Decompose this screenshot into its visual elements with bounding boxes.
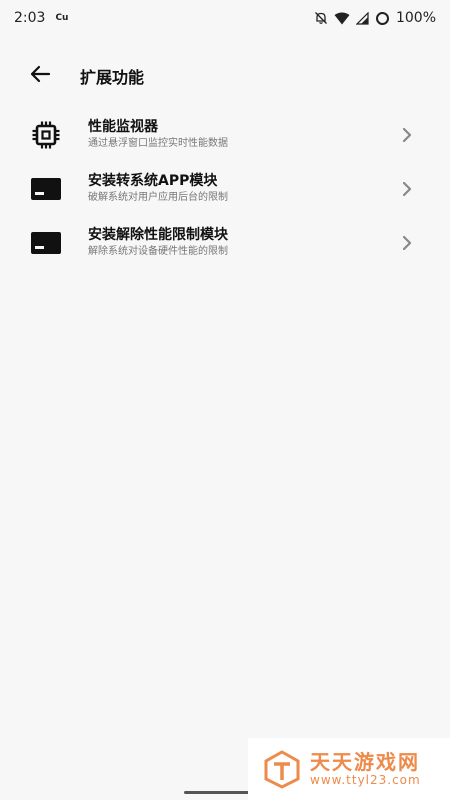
- watermark-logo-icon: [262, 749, 302, 789]
- battery-ring-icon: [375, 11, 390, 26]
- chevron-right-icon: [400, 179, 414, 199]
- item-subtitle: 解除系统对设备硬件性能的限制: [88, 246, 228, 257]
- list-item-system-app-module[interactable]: 安装转系统APP模块 破解系统对用户应用后台的限制: [0, 162, 450, 216]
- item-title: 安装解除性能限制模块: [88, 227, 228, 243]
- status-left: 2:03 Cu: [14, 10, 68, 26]
- status-bar: 2:03 Cu 100%: [0, 0, 450, 36]
- back-button[interactable]: [16, 52, 64, 100]
- app-bar: 扩展功能: [0, 52, 450, 100]
- status-right: 100%: [314, 10, 436, 26]
- item-text: 安装转系统APP模块 破解系统对用户应用后台的限制: [88, 172, 228, 205]
- watermark-text: 天天游戏网 www.ttyl23.com: [310, 751, 421, 787]
- item-subtitle: 破解系统对用户应用后台的限制: [88, 192, 228, 203]
- item-title: 安装转系统APP模块: [88, 173, 218, 189]
- window-icon: [29, 227, 63, 259]
- watermark: 天天游戏网 www.ttyl23.com: [248, 738, 450, 800]
- chevron-right-icon: [400, 233, 414, 253]
- wifi-icon: [334, 12, 350, 25]
- item-text: 性能监视器 通过悬浮窗口监控实时性能数据: [88, 118, 228, 151]
- item-title: 性能监视器: [88, 119, 158, 135]
- list-item-performance-monitor[interactable]: 性能监视器 通过悬浮窗口监控实时性能数据: [0, 108, 450, 162]
- mute-bell-icon: [314, 11, 328, 25]
- status-carrier: Cu: [55, 13, 69, 23]
- watermark-url: www.ttyl23.com: [310, 773, 421, 787]
- arrow-left-icon: [29, 65, 51, 87]
- window-icon: [29, 173, 63, 205]
- chip-icon: [29, 119, 63, 151]
- battery-percent: 100%: [395, 10, 436, 26]
- chevron-right-icon: [400, 125, 414, 145]
- watermark-name: 天天游戏网: [310, 750, 420, 774]
- list-item-unlock-performance-module[interactable]: 安装解除性能限制模块 解除系统对设备硬件性能的限制: [0, 216, 450, 270]
- page-title: 扩展功能: [80, 68, 145, 87]
- item-subtitle: 通过悬浮窗口监控实时性能数据: [88, 138, 228, 149]
- item-text: 安装解除性能限制模块 解除系统对设备硬件性能的限制: [88, 226, 228, 259]
- feature-list: 性能监视器 通过悬浮窗口监控实时性能数据 安装转系统APP模块 破解系统对用户应…: [0, 108, 450, 270]
- status-time: 2:03: [14, 10, 46, 26]
- signal-icon: [355, 11, 369, 25]
